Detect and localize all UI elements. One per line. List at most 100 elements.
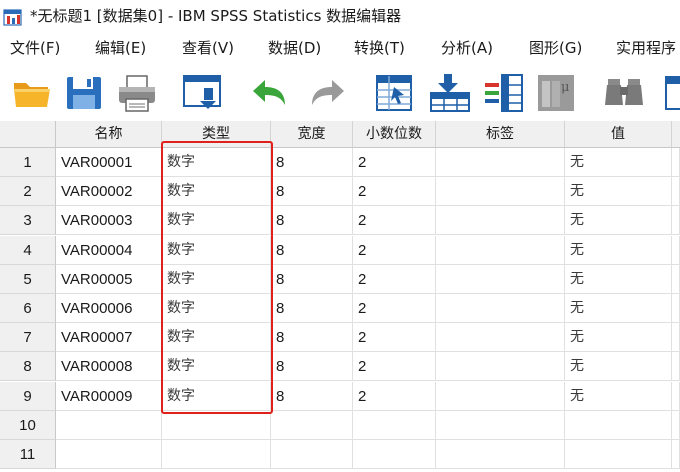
decimals-cell[interactable]: 2 (353, 264, 436, 294)
row-number[interactable]: 7 (0, 323, 56, 353)
type-cell[interactable]: 数字 (162, 352, 271, 382)
name-cell[interactable] (56, 410, 162, 440)
menu-graphs[interactable]: 图形(G) (529, 33, 582, 63)
find-icon[interactable] (602, 71, 646, 115)
values-cell[interactable]: 无 (565, 235, 672, 265)
values-cell[interactable]: 无 (565, 381, 672, 411)
type-cell[interactable] (162, 410, 271, 440)
name-cell[interactable]: VAR00002 (56, 177, 162, 207)
name-cell[interactable]: VAR00003 (56, 206, 162, 236)
column-header-width[interactable]: 宽度 (271, 121, 353, 148)
width-cell[interactable]: 8 (271, 264, 353, 294)
column-header-missing[interactable] (672, 121, 680, 148)
menu-edit[interactable]: 编辑(E) (95, 33, 146, 63)
name-cell[interactable]: VAR00008 (56, 352, 162, 382)
column-header-decimals[interactable]: 小数位数 (353, 121, 436, 148)
row-number[interactable]: 3 (0, 206, 56, 236)
undo-icon[interactable] (247, 71, 291, 115)
decimals-cell[interactable]: 2 (353, 148, 436, 177)
label-cell[interactable] (436, 323, 565, 353)
type-cell[interactable]: 数字 (162, 381, 271, 411)
width-cell[interactable]: 8 (271, 323, 353, 353)
label-cell[interactable] (436, 148, 565, 177)
missing-cell[interactable] (672, 323, 680, 353)
width-cell[interactable]: 8 (271, 177, 353, 207)
name-cell[interactable]: VAR00006 (56, 294, 162, 323)
label-cell[interactable] (436, 440, 565, 469)
name-cell[interactable]: VAR00004 (56, 235, 162, 265)
spss-app-icon[interactable] (3, 7, 23, 27)
width-cell[interactable]: 8 (271, 294, 353, 323)
values-cell[interactable]: 无 (565, 264, 672, 294)
decimals-cell[interactable]: 2 (353, 323, 436, 353)
dialog-recall-icon[interactable] (180, 71, 224, 115)
width-cell[interactable]: 8 (271, 381, 353, 411)
type-cell[interactable]: 数字 (162, 148, 271, 177)
type-cell[interactable]: 数字 (162, 177, 271, 207)
label-cell[interactable] (436, 294, 565, 323)
decimals-cell[interactable]: 2 (353, 381, 436, 411)
values-cell[interactable]: 无 (565, 352, 672, 382)
type-cell[interactable]: 数字 (162, 323, 271, 353)
label-cell[interactable] (436, 352, 565, 382)
row-number[interactable]: 2 (0, 177, 56, 207)
column-header-name[interactable]: 名称 (56, 121, 162, 148)
decimals-cell[interactable]: 2 (353, 206, 436, 236)
decimals-cell[interactable] (353, 440, 436, 469)
missing-cell[interactable] (672, 294, 680, 323)
go-to-case-icon[interactable] (372, 71, 416, 115)
missing-cell[interactable] (672, 148, 680, 177)
width-cell[interactable]: 8 (271, 235, 353, 265)
open-folder-icon[interactable] (10, 71, 54, 115)
row-number[interactable]: 8 (0, 352, 56, 382)
column-header-type[interactable]: 类型 (162, 121, 271, 148)
row-number[interactable]: 5 (0, 264, 56, 294)
row-number[interactable]: 11 (0, 440, 56, 469)
values-cell[interactable] (565, 440, 672, 469)
menu-view[interactable]: 查看(V) (182, 33, 234, 63)
missing-cell[interactable] (672, 235, 680, 265)
type-cell[interactable] (162, 440, 271, 469)
row-number[interactable]: 10 (0, 410, 56, 440)
label-cell[interactable] (436, 410, 565, 440)
decimals-cell[interactable]: 2 (353, 235, 436, 265)
name-cell[interactable]: VAR00009 (56, 381, 162, 411)
missing-cell[interactable] (672, 410, 680, 440)
menu-analyze[interactable]: 分析(A) (441, 33, 493, 63)
type-cell[interactable]: 数字 (162, 264, 271, 294)
column-header-label[interactable]: 标签 (436, 121, 565, 148)
menu-transform[interactable]: 转换(T) (354, 33, 405, 63)
width-cell[interactable] (271, 440, 353, 469)
label-cell[interactable] (436, 206, 565, 236)
values-cell[interactable]: 无 (565, 323, 672, 353)
column-header-values[interactable]: 值 (565, 121, 672, 148)
insert-variable-icon[interactable] (482, 71, 526, 115)
missing-cell[interactable] (672, 264, 680, 294)
row-number[interactable]: 4 (0, 235, 56, 265)
width-cell[interactable]: 8 (271, 352, 353, 382)
decimals-cell[interactable]: 2 (353, 294, 436, 323)
type-cell[interactable]: 数字 (162, 206, 271, 236)
row-number[interactable]: 9 (0, 381, 56, 411)
missing-cell[interactable] (672, 352, 680, 382)
values-cell[interactable]: 无 (565, 148, 672, 177)
menu-file[interactable]: 文件(F) (10, 33, 60, 63)
corner-header[interactable] (0, 121, 56, 148)
width-cell[interactable]: 8 (271, 206, 353, 236)
width-cell[interactable]: 8 (271, 148, 353, 177)
values-cell[interactable]: 无 (565, 206, 672, 236)
missing-cell[interactable] (672, 440, 680, 469)
row-number[interactable]: 6 (0, 294, 56, 323)
decimals-cell[interactable]: 2 (353, 352, 436, 382)
values-cell[interactable]: 无 (565, 294, 672, 323)
print-icon[interactable] (115, 71, 159, 115)
missing-cell[interactable] (672, 381, 680, 411)
row-number[interactable]: 1 (0, 148, 56, 177)
missing-cell[interactable] (672, 177, 680, 207)
type-cell[interactable]: 数字 (162, 235, 271, 265)
decimals-cell[interactable] (353, 410, 436, 440)
label-cell[interactable] (436, 177, 565, 207)
width-cell[interactable] (271, 410, 353, 440)
split-file-icon[interactable]: μ (534, 71, 578, 115)
insert-cases-icon[interactable] (428, 71, 472, 115)
